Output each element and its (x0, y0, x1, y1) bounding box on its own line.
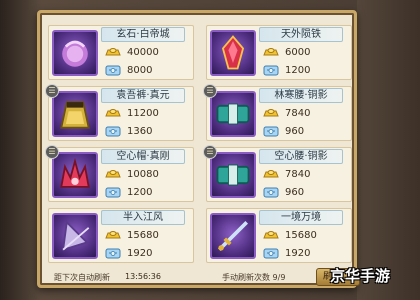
gold-price: 7840 (285, 108, 311, 119)
gold-ingot-icon (263, 109, 279, 117)
skirt-art (60, 101, 90, 129)
background-left (0, 0, 37, 300)
silver-note-icon (105, 248, 121, 259)
item-icon (210, 213, 256, 259)
silver-note-icon (263, 65, 279, 76)
gold-ingot-icon (105, 109, 121, 117)
silver-price-row: 960 (263, 185, 347, 200)
next-refresh-label: 距下次自动刷新 (54, 273, 110, 282)
silver-price: 1920 (127, 248, 153, 259)
silver-price-row: 960 (263, 124, 347, 139)
gold-price: 6000 (285, 47, 311, 58)
shop-item-card[interactable]: 林寒腰·铜影 7840 960 ☰ (203, 84, 352, 141)
shop-item-card[interactable]: 一境万境 15680 1920 (206, 208, 352, 263)
item-name: 半入江风 (101, 210, 185, 225)
silver-note-icon (263, 126, 279, 137)
item-icon (210, 30, 256, 76)
gold-price-row: 15680 (263, 228, 347, 243)
gold-price: 15680 (285, 230, 317, 241)
item-name: 空心帽·真刚 (101, 149, 185, 164)
gold-ingot-icon (263, 48, 279, 56)
silver-price-row: 8000 (105, 63, 189, 78)
item-name: 玄石·白帝城 (101, 27, 185, 42)
item-name: 林寒腰·铜影 (259, 88, 343, 103)
crystal-art (221, 35, 245, 70)
silver-price: 960 (285, 126, 305, 137)
item-name: 空心腰·铜影 (259, 149, 343, 164)
background-right (357, 0, 420, 300)
silver-price-row: 1920 (105, 246, 189, 261)
gold-ingot-icon (263, 170, 279, 178)
gold-price: 40000 (127, 47, 159, 58)
gold-price: 11200 (127, 108, 159, 119)
tier-badge-icon: ☰ (203, 145, 217, 159)
item-icon (52, 91, 98, 137)
gold-price-row: 40000 (105, 45, 189, 60)
sword-art (218, 221, 248, 251)
orb-art (62, 40, 88, 67)
silver-price-row: 1200 (105, 185, 189, 200)
gold-ingot-icon (105, 170, 121, 178)
gold-price: 7840 (285, 169, 311, 180)
silver-price: 1200 (285, 65, 311, 76)
belt-art (216, 103, 250, 125)
silver-note-icon (263, 187, 279, 198)
item-icon (52, 30, 98, 76)
item-icon (52, 213, 98, 259)
gold-ingot-icon (105, 231, 121, 239)
item-icon (52, 152, 98, 198)
silver-note-icon (263, 248, 279, 259)
refresh-footer: 距下次自动刷新 13:56:36 手动刷新次数 9/9 刷 (52, 268, 360, 286)
silver-price: 1200 (127, 187, 153, 198)
gold-price-row: 11200 (105, 106, 189, 121)
silver-price: 1920 (285, 248, 311, 259)
silver-price: 8000 (127, 65, 153, 76)
gold-ingot-icon (105, 48, 121, 56)
silver-price: 1360 (127, 126, 153, 137)
shop-item-card[interactable]: 半入江风 15680 1920 (48, 208, 194, 263)
silver-note-icon (105, 65, 121, 76)
shop-panel: 玄石·白帝城 40000 8000 天外陨铁 6000 1200 袁吾裤·真元 … (37, 10, 360, 288)
site-watermark: 京华手游 (330, 267, 391, 285)
item-name: 一境万境 (259, 210, 343, 225)
item-name: 天外陨铁 (259, 27, 343, 42)
shop-item-card[interactable]: 袁吾裤·真元 11200 1360 ☰ (45, 84, 194, 141)
fan-art (62, 220, 90, 251)
shop-item-grid: 玄石·白帝城 40000 8000 天外陨铁 6000 1200 袁吾裤·真元 … (45, 25, 352, 263)
next-refresh-timer: 13:56:36 (125, 272, 161, 281)
gold-price-row: 15680 (105, 228, 189, 243)
tier-badge-icon: ☰ (45, 84, 59, 98)
gold-price: 15680 (127, 230, 159, 241)
tier-badge-icon: ☰ (203, 84, 217, 98)
item-icon (210, 152, 256, 198)
item-name: 袁吾裤·真元 (101, 88, 185, 103)
gold-price: 10080 (127, 169, 159, 180)
silver-note-icon (105, 187, 121, 198)
tier-badge-icon: ☰ (45, 145, 59, 159)
silver-price-row: 1360 (105, 124, 189, 139)
silver-price-row: 1920 (263, 246, 347, 261)
shop-item-card[interactable]: 天外陨铁 6000 1200 (206, 25, 352, 80)
gold-ingot-icon (263, 231, 279, 239)
belt-art (216, 164, 250, 186)
gold-price-row: 7840 (263, 167, 347, 182)
gold-price-row: 10080 (105, 167, 189, 182)
silver-price-row: 1200 (263, 63, 347, 78)
manual-refresh-count: 手动刷新次数 9/9 (222, 273, 286, 282)
shop-item-card[interactable]: 玄石·白帝城 40000 8000 (48, 25, 194, 80)
silver-price: 960 (285, 187, 305, 198)
shop-item-card[interactable]: 空心腰·铜影 7840 960 ☰ (203, 145, 352, 202)
shop-item-card[interactable]: 空心帽·真刚 10080 1200 ☰ (45, 145, 194, 202)
item-icon (210, 91, 256, 137)
silver-note-icon (105, 126, 121, 137)
gold-price-row: 7840 (263, 106, 347, 121)
crown-art (60, 157, 90, 188)
gold-price-row: 6000 (263, 45, 347, 60)
